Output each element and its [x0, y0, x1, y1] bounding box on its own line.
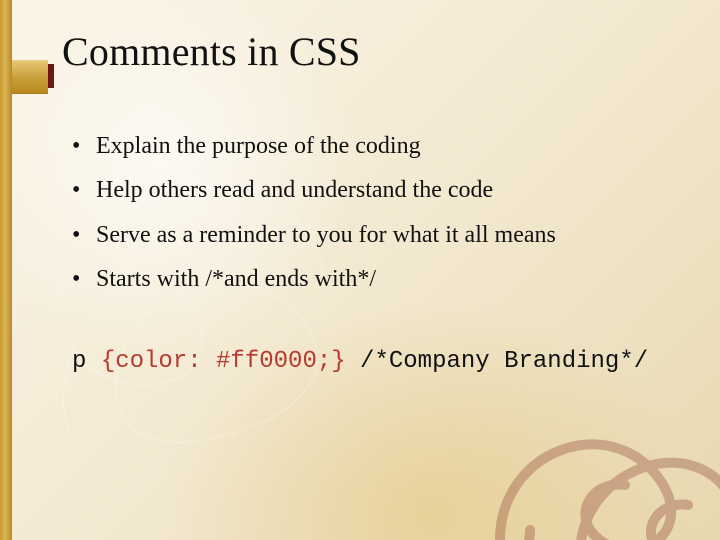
- code-example: p {color: #ff0000;} /*Company Branding*/: [72, 348, 648, 375]
- code-selector: p: [72, 348, 101, 375]
- list-item: Help others read and understand the code: [72, 176, 672, 204]
- list-item: Explain the purpose of the coding: [72, 132, 672, 160]
- accent-left-bar: [0, 0, 12, 540]
- bullet-text: Serve as a reminder to you for what it a…: [96, 222, 556, 248]
- slide: Comments in CSS Explain the purpose of t…: [0, 0, 720, 540]
- code-comment: /*Company Branding*/: [346, 348, 648, 375]
- list-item: Starts with /*and ends with*/: [72, 265, 672, 293]
- accent-title-notch: [48, 64, 54, 88]
- bullet-text: Starts with /*and ends with*/: [96, 266, 376, 292]
- code-rule: {color: #ff0000;}: [101, 348, 346, 375]
- accent-title-band: [12, 60, 48, 94]
- list-item: Serve as a reminder to you for what it a…: [72, 221, 672, 249]
- bullet-list: Explain the purpose of the coding Help o…: [72, 132, 672, 309]
- slide-title: Comments in CSS: [62, 28, 361, 75]
- bullet-text: Help others read and understand the code: [96, 177, 493, 203]
- bullet-text: Explain the purpose of the coding: [96, 133, 421, 159]
